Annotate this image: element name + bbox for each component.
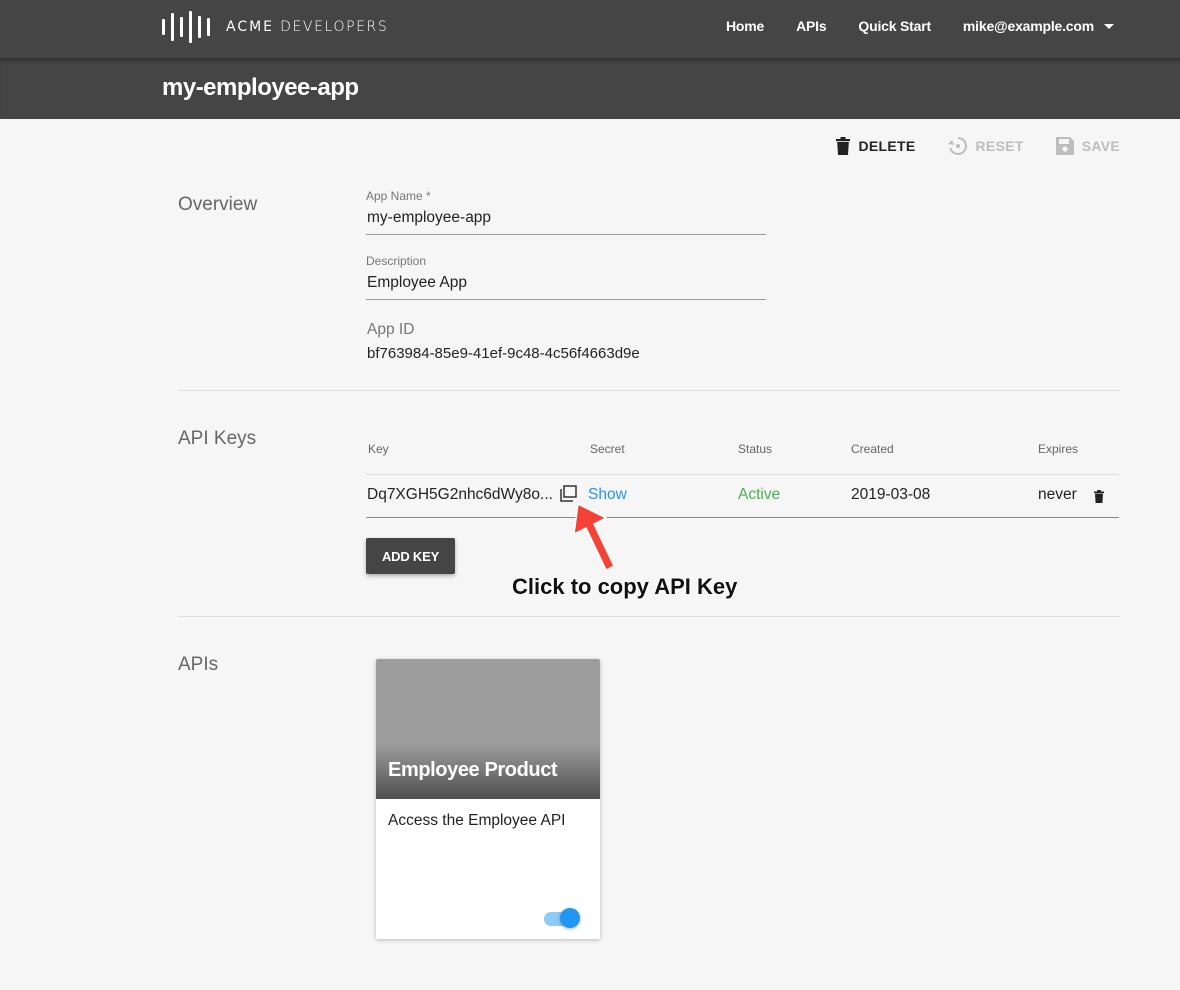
delete-label: DELETE [858, 138, 916, 154]
app-id-value: bf763984-85e9-41ef-9c48-4c56f4663d9e [367, 345, 640, 362]
add-key-button[interactable]: ADD KEY [366, 538, 455, 574]
card-title: Employee Product [388, 759, 558, 781]
save-button[interactable]: SAVE [1055, 137, 1120, 155]
section-divider [178, 616, 1120, 617]
column-header-expires: Expires [1038, 442, 1079, 456]
status-badge: Active [738, 486, 781, 503]
column-header-key: Key [368, 442, 389, 456]
section-divider [178, 390, 1120, 391]
expires-value: never [1038, 486, 1077, 503]
brand-name-a: ACME [226, 19, 275, 35]
column-header-created: Created [851, 442, 894, 456]
description-label: Description [366, 254, 427, 268]
app-id-label: App ID [367, 321, 415, 338]
table-header-line [366, 474, 1119, 475]
table-row-line [366, 517, 1119, 518]
arrow-annotation [573, 503, 615, 571]
toggle-knob [560, 908, 580, 928]
reset-label: RESET [975, 138, 1024, 154]
column-header-secret: Secret [590, 442, 625, 456]
brand-logo[interactable]: ACME DEVELOPERS [162, 11, 388, 43]
toolbar: DELETE RESET SAVE [836, 136, 1120, 156]
user-email[interactable]: mike@example.com [963, 18, 1094, 34]
api-key-value: Dq7XGH5G2nhc6dWy8o... [367, 486, 553, 503]
page-title: my-employee-app [162, 74, 359, 101]
column-header-status: Status [738, 442, 773, 456]
nav-apis[interactable]: APIs [796, 18, 827, 34]
brand-name-b: DEVELOPERS [280, 19, 389, 35]
save-label: SAVE [1081, 138, 1120, 154]
delete-button[interactable]: DELETE [836, 137, 915, 155]
logo-bars-icon [162, 11, 210, 43]
reset-icon [947, 136, 967, 155]
api-product-card[interactable]: Employee Product Access the Employee API [376, 659, 600, 939]
main-nav: Home APIs Quick Start mike@example.com [726, 18, 1114, 34]
overview-heading: Overview [178, 194, 258, 215]
delete-key-icon[interactable] [1094, 490, 1104, 503]
app-name-underline [366, 234, 766, 235]
api-keys-heading: API Keys [178, 428, 257, 449]
card-description: Access the Employee API [388, 812, 566, 829]
api-enabled-toggle[interactable] [544, 908, 580, 928]
nav-quick-start[interactable]: Quick Start [858, 18, 931, 34]
created-date: 2019-03-08 [851, 486, 931, 503]
save-icon [1055, 137, 1074, 155]
copy-annotation: Click to copy API Key [512, 574, 738, 599]
apis-heading: APIs [178, 654, 219, 675]
reset-button[interactable]: RESET [947, 136, 1024, 156]
trash-icon [836, 137, 851, 155]
description-underline [366, 299, 766, 300]
brand-name: ACME DEVELOPERS [226, 19, 388, 35]
app-name-label: App Name * [366, 189, 431, 203]
caret-down-icon [1104, 23, 1114, 29]
nav-home[interactable]: Home [726, 18, 764, 34]
description-field[interactable]: Employee App [367, 274, 467, 292]
app-name-field[interactable]: my-employee-app [367, 209, 491, 227]
user-menu[interactable]: mike@example.com [963, 18, 1114, 34]
